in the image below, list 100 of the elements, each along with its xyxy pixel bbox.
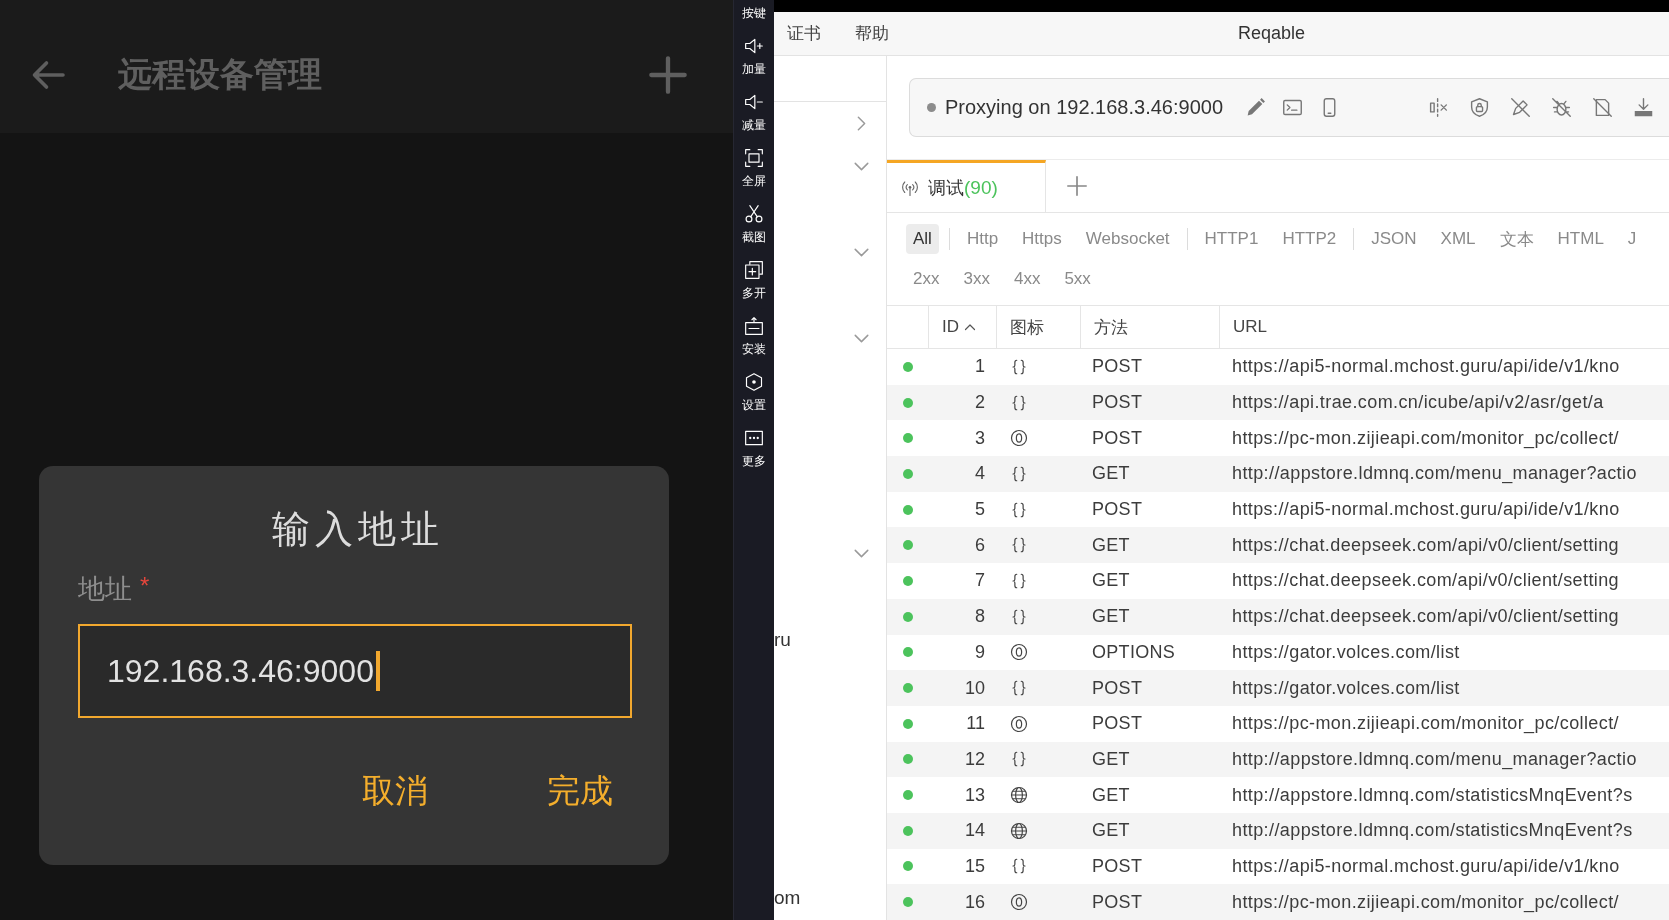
table-cell: 16 [964, 891, 985, 913]
filter-option[interactable]: J [1620, 224, 1644, 254]
toolbar-button[interactable]: 更多 [742, 428, 766, 468]
table-cell: 13 [964, 784, 985, 806]
table-row[interactable]: 14 GET http://appstore.ldmnq.com/statisticsMnqEvent?s [887, 812, 1669, 849]
bar-x-icon[interactable] [1428, 97, 1449, 118]
filter-option[interactable]: 3xx [956, 264, 997, 294]
input-field[interactable]: 192.168.3.46:9000 [78, 624, 632, 718]
table-cell: https://api5-normal.mchost.guru/api/ide/v1/kno [1232, 356, 1620, 378]
table-cell: 3 [975, 427, 985, 449]
menu-item[interactable]: 证书 [787, 22, 821, 45]
table-cell: 6 [975, 534, 985, 556]
table-row[interactable]: 6 GET https://chat.deepseek.com/api/v0/client/setting [887, 527, 1669, 564]
column-header[interactable]: URL [1233, 317, 1267, 337]
table-cell: 9 [975, 641, 985, 663]
table-cell: http://appstore.ldmnq.com/statisticsMnqEvent?s [1232, 784, 1633, 806]
table-cell: GET [1092, 748, 1130, 770]
table-row[interactable]: 7 GET https://chat.deepseek.com/api/v0/client/setting [887, 563, 1669, 599]
toolbar-button[interactable]: 减量 [742, 92, 766, 132]
table-row[interactable]: 5 POST https://api5-normal.mchost.guru/api/ide/v1/kno [887, 491, 1669, 528]
speaker-plus-icon [744, 36, 764, 56]
toolbar-button[interactable]: 加量 [742, 36, 766, 76]
table-row[interactable]: 10 POST https://gator.volces.com/list [887, 670, 1669, 706]
required-mark: * [140, 574, 150, 598]
dialog-title: 输入地址 [270, 506, 444, 552]
table-cell: http://appstore.ldmnq.com/statisticsMnqEvent?s [1232, 820, 1633, 842]
document-slash-icon[interactable] [1592, 97, 1613, 118]
table-row[interactable]: 12 GET http://appstore.ldmnq.com/menu_manager?actio [887, 741, 1669, 778]
table-row[interactable]: 4 GET http://appstore.ldmnq.com/menu_manager?actio [887, 456, 1669, 492]
window-title: Reqable [1237, 23, 1305, 44]
plus-icon[interactable] [1066, 175, 1088, 197]
table-cell: POST [1092, 392, 1143, 414]
table-row[interactable]: 13 GET http://appstore.ldmnq.com/statisticsMnqEvent?s [887, 777, 1669, 813]
toolbar-button[interactable]: 按键 [742, 6, 766, 20]
text-cursor-icon [375, 651, 380, 691]
filter-option[interactable]: XML [1433, 224, 1483, 254]
table-cell: 4 [975, 463, 985, 485]
table-cell: 12 [964, 748, 985, 770]
column-header[interactable]: 方法 [1094, 315, 1128, 339]
toolbar-button[interactable]: 全屏 [742, 148, 766, 188]
toolbar-button[interactable]: 多开 [742, 260, 766, 300]
table-row[interactable]: 1 POST https://api5-normal.mchost.guru/api/ide/v1/kno [887, 349, 1669, 385]
table-cell: 10 [964, 677, 985, 699]
circled-zero-icon [1010, 643, 1028, 662]
table-cell: https://chat.deepseek.com/api/v0/client/setting [1232, 570, 1619, 592]
status-dot-icon [927, 103, 936, 112]
filter-option[interactable]: All [906, 224, 939, 254]
plus-icon[interactable] [648, 55, 688, 95]
table-row[interactable]: 3 POST https://pc-mon.zijieapi.com/monitor_pc/collect/ [887, 420, 1669, 457]
table-cell: 5 [975, 499, 985, 521]
table-row[interactable]: 16 POST https://pc-mon.zijieapi.com/monitor_pc/collect/ [887, 884, 1669, 920]
table-cell: POST [1092, 427, 1143, 449]
pencil-icon[interactable] [1245, 97, 1266, 118]
pen-slash-icon[interactable] [1510, 97, 1531, 118]
toolbar-button[interactable]: 安装 [742, 316, 766, 356]
window-plus-icon [744, 260, 764, 280]
table-row[interactable]: 9 OPTIONS https://gator.volces.com/list [887, 634, 1669, 671]
dialog-button[interactable]: 完成 [547, 771, 613, 811]
column-header[interactable]: ID [942, 317, 976, 337]
box-arrow-icon [744, 316, 764, 336]
table-cell: http://appstore.ldmnq.com/menu_manager?actio [1232, 463, 1637, 485]
sidebar-item[interactable]: om [774, 886, 801, 909]
toolbar-button[interactable]: 设置 [742, 372, 766, 412]
table-cell: POST [1092, 855, 1143, 877]
table-row[interactable]: 8 GET https://chat.deepseek.com/api/v0/client/setting [887, 598, 1669, 635]
table-cell: https://pc-mon.zijieapi.com/monitor_pc/collect/ [1232, 713, 1619, 735]
table-cell: https://chat.deepseek.com/api/v0/client/setting [1232, 606, 1619, 628]
filter-option[interactable]: 文本 [1492, 224, 1541, 254]
tab[interactable]: 调试(90) [887, 160, 1046, 212]
circled-zero-icon [1010, 429, 1028, 448]
braces-icon [1010, 357, 1028, 376]
column-header[interactable]: 图标 [1010, 315, 1044, 339]
braces-icon [1010, 607, 1028, 626]
braces-icon [1010, 536, 1028, 555]
toolbar-button[interactable]: 截图 [742, 204, 766, 244]
filter-option[interactable]: 2xx [906, 264, 947, 294]
bug-slash-icon[interactable] [1551, 97, 1572, 118]
table-cell: 1 [975, 356, 985, 378]
shield-lock-icon[interactable] [1469, 97, 1490, 118]
table-row[interactable]: 11 POST https://pc-mon.zijieapi.com/monitor_pc/collect/ [887, 705, 1669, 742]
filter-option[interactable]: 4xx [1006, 264, 1048, 294]
table-cell: https://api5-normal.mchost.guru/api/ide/v1/kno [1232, 855, 1620, 877]
table-row[interactable]: 15 POST https://api5-normal.mchost.guru/api/ide/v1/kno [887, 848, 1669, 885]
filter-option[interactable]: 5xx [1057, 264, 1098, 294]
table-cell: https://chat.deepseek.com/api/v0/client/setting [1232, 534, 1619, 556]
settings-icon [744, 372, 764, 392]
table-cell: GET [1092, 784, 1130, 806]
dialog-button[interactable]: 取消 [362, 771, 428, 811]
filter-option[interactable]: Https [1015, 224, 1069, 254]
table-cell: GET [1092, 606, 1130, 628]
download-icon[interactable] [1633, 97, 1654, 118]
menu-item[interactable]: 帮助 [855, 22, 889, 45]
proxy-status: Proxying on 192.168.3.46:9000 [945, 96, 1223, 119]
more-icon [744, 428, 764, 448]
table-cell: GET [1092, 820, 1130, 842]
table-cell: http://appstore.ldmnq.com/menu_manager?actio [1232, 748, 1637, 770]
terminal-icon[interactable] [1282, 97, 1303, 118]
sidebar-item[interactable]: ru [774, 628, 791, 651]
filter-option[interactable]: Websocket [1078, 224, 1177, 254]
table-row[interactable]: 2 POST https://api.trae.com.cn/icube/api/v2/asr/get/a [887, 384, 1669, 421]
